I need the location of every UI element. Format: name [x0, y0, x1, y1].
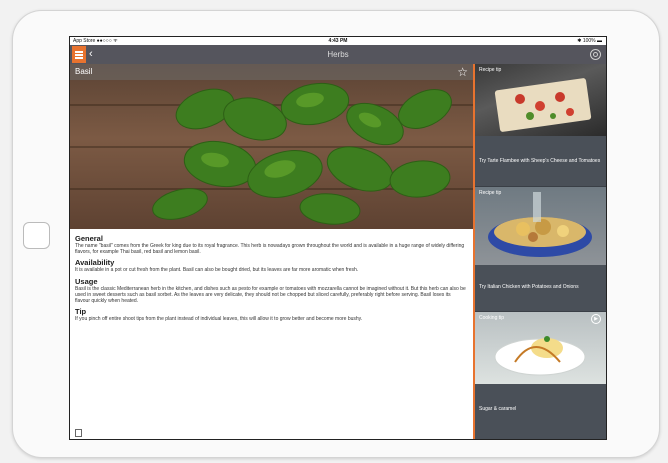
herb-title: Basil: [75, 67, 93, 76]
nav-bar: ‹ Herbs: [70, 45, 606, 64]
tip-card[interactable]: Recipe tip Try Tarte Flambee with Sheep'…: [475, 64, 606, 186]
tip-title: Try Italian Chicken with Potatoes and On…: [479, 284, 579, 290]
basil-hero-image: Basil ☆: [70, 64, 473, 229]
tip-card[interactable]: Recipe tip Try Italian Chicken with Pota…: [475, 186, 606, 312]
detail-pane: Basil ☆ General The name "basil" comes f…: [70, 64, 473, 439]
nav-title: Herbs: [327, 50, 349, 59]
star-icon[interactable]: ☆: [457, 64, 468, 80]
home-button[interactable]: [23, 222, 50, 249]
section-body-usage: Basil is the classic Mediterranean herb …: [75, 285, 466, 305]
section-heading-availability: Availability: [75, 258, 115, 268]
tips-sidebar: Recipe tip Try Tarte Flambee with Sheep'…: [475, 64, 606, 439]
section-heading-tip: Tip: [75, 307, 87, 317]
status-battery: ✱ 100% ▬: [577, 38, 602, 44]
section-heading-usage: Usage: [75, 276, 98, 286]
tip-title: Sugar & caramel: [479, 406, 517, 412]
status-bar: App Store ●●○○○ ᯤ 4:43 PM ✱ 100% ▬: [70, 37, 606, 45]
app-screen: App Store ●●○○○ ᯤ 4:43 PM ✱ 100% ▬ ‹ Her…: [69, 36, 607, 440]
italian-chicken-image: [475, 187, 606, 265]
detail-title-bar: Basil ☆: [70, 64, 473, 80]
gear-icon[interactable]: [590, 49, 601, 60]
section-body-tip: If you pinch off entire shoot tips from …: [75, 316, 363, 323]
tip-card[interactable]: Cooking tip ▶ Sugar & caramel: [475, 311, 606, 439]
basil-leaves-illustration: [152, 82, 452, 225]
tip-label: Recipe tip: [479, 190, 502, 196]
tarte-flambee-image: [475, 64, 606, 136]
tip-label: Cooking tip: [479, 315, 505, 321]
document-icon[interactable]: [75, 429, 82, 437]
tip-label: Recipe tip: [479, 67, 502, 73]
status-time: 4:43 PM: [328, 38, 348, 44]
section-body-availability: It is available in a pot or cut fresh fr…: [75, 267, 359, 274]
section-body-general: The name "basil" comes from the Greek fo…: [75, 243, 465, 256]
sugar-caramel-image: [475, 312, 606, 384]
herb-description: General The name "basil" comes from the …: [75, 234, 467, 325]
play-icon[interactable]: ▶: [591, 314, 601, 324]
section-heading-general: General: [75, 234, 103, 243]
tip-title: Try Tarte Flambee with Sheep's Cheese an…: [479, 158, 601, 164]
